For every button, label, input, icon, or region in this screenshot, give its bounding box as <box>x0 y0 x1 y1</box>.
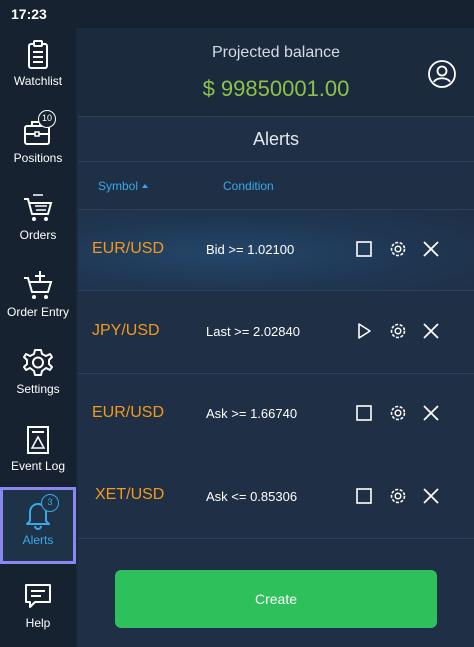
sort-ascending-icon <box>142 184 149 188</box>
cart-list-icon <box>24 194 53 221</box>
alert-symbol: JPY/USD <box>92 322 160 339</box>
square-icon[interactable] <box>354 403 374 423</box>
sidebar: Watchlist 10 Positions Orders Order Entr… <box>0 28 76 647</box>
balance-title: Projected balance <box>211 44 341 61</box>
close-icon[interactable] <box>421 321 441 341</box>
alert-condition: Ask >= 1.66740 <box>206 406 298 421</box>
balance-value: $ 99850001.00 <box>202 76 350 101</box>
sidebar-item-label: Positions <box>13 151 63 165</box>
sidebar-item-label: Settings <box>16 382 60 396</box>
gear-icon <box>23 349 53 376</box>
sidebar-item-label: Order Entry <box>6 305 69 319</box>
sidebar-item-watchlist[interactable]: Watchlist <box>0 28 76 105</box>
close-icon[interactable] <box>421 403 441 423</box>
sidebar-item-alerts[interactable]: 3 Alerts <box>0 487 76 564</box>
alert-symbol: EUR/USD <box>92 404 165 421</box>
alert-symbol: XET/USD <box>95 486 165 503</box>
column-header-condition[interactable]: Condition <box>223 179 274 193</box>
sidebar-item-label: Help <box>25 616 51 630</box>
divider <box>78 538 474 539</box>
page-title: Alerts <box>252 129 299 149</box>
create-button[interactable]: Create <box>115 570 437 628</box>
cart-add-icon <box>24 271 53 299</box>
alert-condition: Ask <= 0.85306 <box>206 489 298 504</box>
sidebar-item-orders[interactable]: Orders <box>0 182 76 259</box>
alert-row[interactable]: EUR/USD Bid >= 1.02100 <box>78 210 474 290</box>
sidebar-item-positions[interactable]: 10 Positions <box>0 105 76 182</box>
sidebar-item-label: Event Log <box>10 459 66 473</box>
close-icon[interactable] <box>421 486 441 506</box>
column-header-symbol[interactable]: Symbol <box>98 179 149 193</box>
square-icon[interactable] <box>354 486 374 506</box>
alerts-count-badge: 3 <box>41 494 59 512</box>
divider <box>78 116 474 117</box>
alert-condition: Last >= 2.02840 <box>206 324 300 339</box>
gear-icon[interactable] <box>388 403 408 423</box>
positions-count-badge: 10 <box>38 110 56 128</box>
column-header-condition-label: Condition <box>223 179 274 193</box>
status-time: 17:23 <box>11 6 47 22</box>
gear-icon[interactable] <box>388 239 408 259</box>
sidebar-item-help[interactable]: Help <box>0 570 76 647</box>
status-bar: 17:23 <box>0 0 474 28</box>
sidebar-item-event-log[interactable]: Event Log <box>0 413 76 490</box>
sidebar-item-label: Watchlist <box>13 74 63 88</box>
square-icon[interactable] <box>354 239 374 259</box>
sidebar-item-order-entry[interactable]: Order Entry <box>0 259 76 336</box>
alert-symbol: EUR/USD <box>92 240 165 257</box>
column-header-symbol-label: Symbol <box>98 179 139 193</box>
alert-row[interactable]: EUR/USD Ask >= 1.66740 <box>78 374 474 455</box>
play-icon[interactable] <box>354 321 374 341</box>
alert-row[interactable]: JPY/USD Last >= 2.02840 <box>78 291 474 373</box>
chat-icon <box>25 584 51 608</box>
clipboard-icon <box>28 40 48 69</box>
alert-row[interactable]: XET/USD Ask <= 0.85306 <box>78 456 474 538</box>
alerts-panel: Projected balance $ 99850001.00 Alerts S… <box>78 28 474 647</box>
sidebar-item-label: Alerts <box>22 533 54 547</box>
sidebar-item-label: Orders <box>19 228 57 242</box>
balance-header: Projected balance $ 99850001.00 <box>78 28 474 116</box>
account-circle-icon[interactable] <box>427 59 457 89</box>
divider <box>78 161 474 162</box>
close-icon[interactable] <box>421 239 441 259</box>
sidebar-item-settings[interactable]: Settings <box>0 336 76 413</box>
gear-icon[interactable] <box>388 486 408 506</box>
log-icon <box>27 426 49 454</box>
alert-condition: Bid >= 1.02100 <box>206 242 295 257</box>
gear-icon[interactable] <box>388 321 408 341</box>
